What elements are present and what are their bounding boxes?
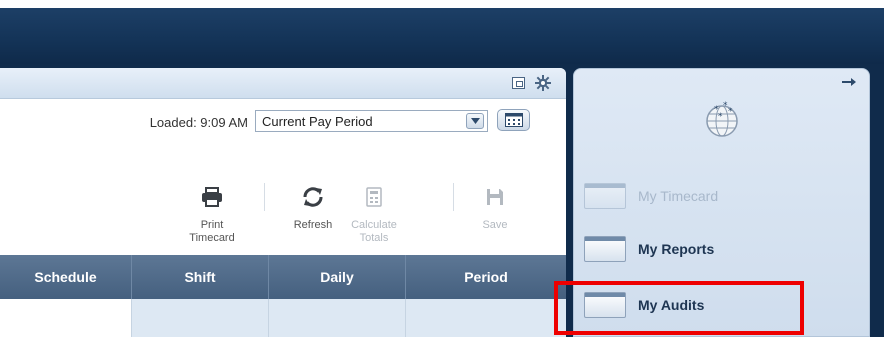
loaded-time-label: Loaded: 9:09 AM — [149, 115, 248, 130]
column-header-period[interactable]: Period — [405, 255, 566, 299]
calculate-totals-label: Calculate Totals — [351, 219, 397, 244]
column-header-shift[interactable]: Shift — [131, 255, 268, 299]
calculator-icon — [344, 183, 404, 211]
refresh-button[interactable]: Refresh — [283, 183, 343, 232]
widget-label: My Timecard — [638, 188, 719, 204]
timecard-toolbar: Print Timecard Refresh Calculate Totals … — [0, 183, 566, 253]
table-cell[interactable] — [131, 299, 268, 337]
maximize-icon[interactable] — [508, 73, 528, 93]
svg-text:*: * — [718, 112, 723, 122]
calculate-totals-button[interactable]: Calculate Totals — [344, 183, 404, 245]
refresh-label: Refresh — [293, 219, 333, 231]
pay-period-value: Current Pay Period — [262, 114, 373, 129]
calendar-icon[interactable] — [497, 109, 530, 131]
panel-titlebar — [0, 68, 566, 99]
widget-label: My Reports — [638, 241, 715, 257]
save-icon — [465, 183, 525, 211]
table-row — [0, 299, 566, 337]
table-cell[interactable] — [268, 299, 405, 337]
svg-text:*: * — [728, 107, 733, 117]
pay-period-select[interactable]: Current Pay Period — [255, 110, 488, 132]
highlight-annotation — [554, 281, 804, 335]
print-timecard-label: Print Timecard — [189, 219, 235, 244]
toolbar-divider — [264, 183, 265, 211]
globe-icon: * * * * — [702, 99, 742, 139]
arrow-right-icon[interactable] — [841, 75, 857, 89]
column-header-daily[interactable]: Daily — [268, 255, 405, 299]
app-banner — [0, 8, 884, 64]
widget-my-timecard[interactable]: My Timecard — [582, 179, 852, 213]
save-button[interactable]: Save — [465, 183, 525, 232]
printer-icon — [182, 183, 242, 211]
toolbar-divider — [453, 183, 454, 211]
widget-thumbnail-icon — [584, 236, 626, 262]
table-cell[interactable] — [405, 299, 566, 337]
column-header-schedule[interactable]: Schedule — [0, 255, 131, 299]
chevron-down-icon[interactable] — [466, 113, 484, 129]
save-label: Save — [482, 219, 508, 231]
refresh-icon — [283, 183, 343, 211]
widget-thumbnail-icon — [584, 183, 626, 209]
print-timecard-button[interactable]: Print Timecard — [182, 183, 242, 245]
gear-icon[interactable] — [533, 73, 553, 93]
loaded-row: Loaded: 9:09 AM Current Pay Period — [0, 108, 566, 136]
table-cell[interactable] — [0, 299, 131, 337]
widget-my-reports[interactable]: My Reports — [582, 232, 852, 266]
timecard-panel: Loaded: 9:09 AM Current Pay Period Print… — [0, 68, 566, 337]
timecard-grid-header: Schedule Shift Daily Period — [0, 255, 566, 299]
